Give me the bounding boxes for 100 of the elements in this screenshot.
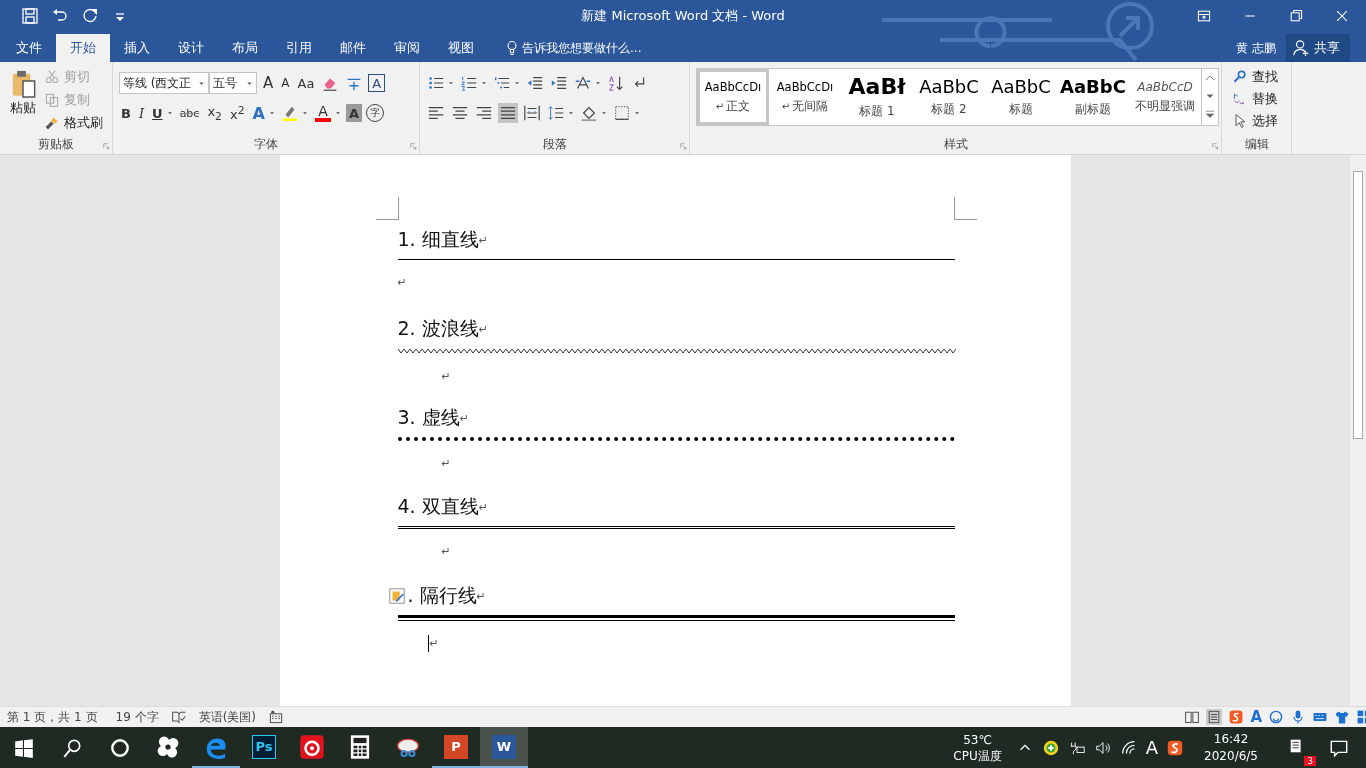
corner-mark (375, 197, 399, 220)
clock-time[interactable]: 16:42 (1213, 730, 1249, 748)
style-item[interactable]: AaBbC 标题 2 (913, 69, 985, 125)
ribbon-tab[interactable]: 邮件 (326, 34, 380, 62)
copy-icon (44, 92, 60, 108)
dropdown-icon[interactable] (165, 109, 174, 117)
lightbulb-icon (504, 40, 520, 56)
microphone-icon[interactable] (1290, 709, 1306, 725)
group-label: 剪贴板 (38, 135, 74, 153)
borders-icon[interactable] (612, 103, 632, 123)
taskbar-app[interactable]: W (480, 727, 528, 768)
style-item[interactable]: AaBbCcDı ↵ 无间隔 (769, 69, 841, 125)
temperature[interactable]: 53℃ (963, 731, 992, 748)
font-button[interactable]: A (346, 104, 363, 122)
font-name-field[interactable]: 等线 (西文正 (119, 72, 209, 94)
tell-me-field[interactable]: 告诉我您想要做什么... (520, 40, 674, 56)
style-item[interactable]: AaBbCcDı ↵ 正文 (697, 69, 769, 125)
font-size-field[interactable]: 五号 (209, 72, 257, 94)
dropdown-icon[interactable] (594, 79, 602, 87)
share-button[interactable]: 共享 (1286, 34, 1350, 62)
style-item[interactable]: AaBbC 标题 (985, 69, 1057, 125)
font-button[interactable]: x$^{2}$ (228, 102, 247, 124)
proofing-icon[interactable] (170, 709, 187, 725)
dropdown-icon[interactable] (334, 109, 342, 117)
font-button[interactable]: x$_{2}$ (205, 102, 224, 124)
font-button[interactable]: U (150, 102, 165, 124)
paste-options-icon[interactable] (387, 587, 406, 605)
ribbon-tab[interactable]: 布局 (218, 34, 272, 62)
restore-icon[interactable] (1288, 8, 1304, 24)
editing-button[interactable]: 查找 (1230, 66, 1291, 88)
style-item[interactable]: AaBł 标题 1 (841, 69, 913, 125)
dropdown-icon[interactable] (301, 109, 309, 117)
ribbon-tab[interactable]: 视图 (434, 34, 488, 62)
person-add-icon (1292, 39, 1310, 57)
page-count[interactable]: 第 1 页，共 1 页 (7, 708, 98, 726)
empty-paragraph: ↵ (397, 274, 407, 291)
font-button[interactable]: A (313, 102, 333, 124)
scroll-bar[interactable] (1350, 155, 1366, 706)
print-layout-icon[interactable] (1206, 709, 1223, 725)
paste-button[interactable]: 粘贴 (6, 66, 40, 135)
input-mode[interactable]: A (1250, 708, 1262, 726)
heading-text: . 隔行线 (407, 583, 477, 608)
ribbon-display-icon[interactable] (1196, 8, 1212, 24)
heading-text: 4. 双直线 (397, 494, 479, 519)
font-button[interactable]: B (119, 102, 133, 124)
read-mode-icon[interactable] (1184, 709, 1201, 725)
temperature-label[interactable]: CPU温度 (953, 747, 1002, 764)
ribbon-tab[interactable]: 引用 (272, 34, 326, 62)
smiley-icon[interactable] (1268, 709, 1284, 725)
dropdown-icon[interactable] (567, 109, 575, 117)
justify-icon[interactable] (498, 103, 518, 123)
editing-button[interactable]: 选择 (1230, 110, 1291, 132)
save-icon[interactable] (20, 6, 40, 26)
distribute-icon[interactable] (522, 103, 542, 123)
taskbar-app[interactable]: Ps (240, 727, 288, 768)
font-button[interactable]: A (261, 72, 276, 94)
paragraph-mark: ↵ (478, 233, 488, 247)
close-icon[interactable] (1334, 8, 1350, 24)
empty-paragraph: ↵ (440, 543, 451, 560)
dropdown-icon[interactable] (447, 79, 455, 87)
group-label: 编辑 (1244, 135, 1269, 153)
input-mode[interactable]: A (1141, 737, 1163, 758)
clock-date[interactable]: 2020/6/5 (1204, 747, 1258, 765)
dropdown-icon[interactable] (633, 109, 641, 117)
macro-icon[interactable] (268, 709, 284, 725)
dropdown-icon[interactable] (268, 109, 276, 117)
music-icon (299, 733, 325, 760)
font-button[interactable]: I (136, 102, 147, 124)
font-button[interactable]: Aa (295, 72, 317, 94)
font-button[interactable]: A (368, 74, 386, 92)
brush-icon (44, 115, 60, 131)
style-item[interactable]: AaBbCcD 不明显强调 (1129, 69, 1201, 125)
heading-text: 1. 细直线 (397, 227, 479, 252)
paragraph-mark: ↵ (476, 589, 486, 603)
paragraph-mark: ↵ (478, 322, 488, 336)
line-spacing-icon[interactable] (546, 103, 566, 123)
shirt-icon[interactable] (1334, 709, 1350, 725)
dropdown-icon[interactable] (480, 79, 488, 87)
clipboard-button[interactable]: 格式刷 (42, 112, 105, 134)
style-item[interactable]: AaBbC 副标题 (1057, 69, 1129, 125)
font-button[interactable]: A (250, 102, 267, 124)
scissors-icon (44, 69, 60, 85)
font-button[interactable]: A (279, 72, 292, 94)
ribbon-tab[interactable]: 文件 (2, 34, 56, 62)
dropdown-icon[interactable] (513, 79, 521, 87)
heading-text: 3. 虚线 (397, 405, 460, 430)
paragraph-mark: ↵ (478, 500, 488, 514)
ribbon-tab[interactable]: 开始 (56, 34, 110, 62)
window-title: 新建 Microsoft Word 文档 - Word (581, 7, 785, 25)
ribbon-tab[interactable]: 插入 (110, 34, 164, 62)
paragraph-mark: ↵ (459, 411, 469, 425)
user-name[interactable]: 黄 志鹏 (1236, 34, 1286, 62)
language-label[interactable]: 英语(美国) (198, 708, 256, 726)
group-label: 段落 (542, 135, 567, 153)
word-count[interactable]: 19 个字 (115, 708, 159, 726)
ribbon-tab[interactable]: 审阅 (380, 34, 434, 62)
dropdown-icon[interactable] (600, 109, 608, 117)
editing-button[interactable]: 替换 (1230, 88, 1291, 110)
heading-text: 2. 波浪线 (397, 316, 479, 341)
ribbon-tab[interactable]: 设计 (164, 34, 218, 62)
